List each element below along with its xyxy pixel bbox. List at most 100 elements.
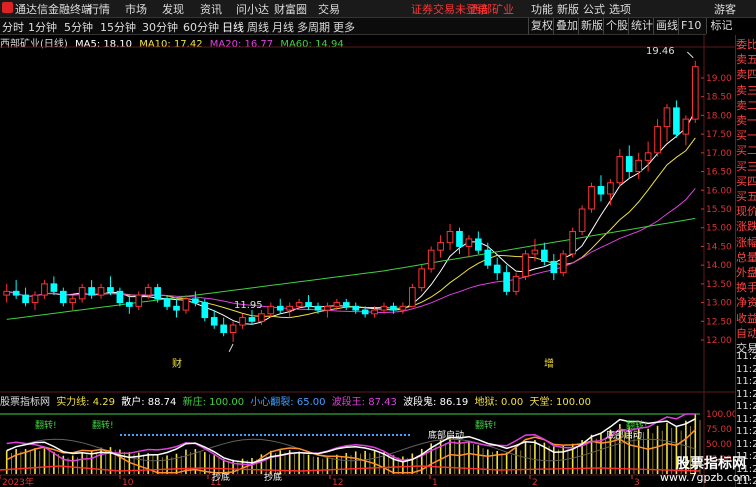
candle-body <box>691 66 699 120</box>
candle-body <box>201 302 209 319</box>
candle-body <box>550 260 558 274</box>
candle-body <box>154 287 161 300</box>
candle-body <box>465 238 473 247</box>
high-annotation-pointer <box>686 51 694 59</box>
candle-body <box>475 238 482 251</box>
signal-flip: 翻转! <box>35 421 57 431</box>
candle-body <box>625 156 633 173</box>
y-tick-label: 14.50 <box>706 242 732 252</box>
candle-body <box>654 126 661 154</box>
ind-tiantang: 天堂: 100.00 <box>529 397 591 408</box>
indicator-name: 股票指标网 <box>0 397 50 408</box>
candle-body <box>361 309 369 315</box>
tick-time: 11:2 <box>736 351 756 362</box>
candle-body <box>456 230 463 247</box>
candle-body <box>484 249 492 266</box>
candle-body <box>588 186 595 210</box>
quote-field-label: 买一 <box>736 129 756 143</box>
candle-body <box>50 283 58 292</box>
ind-diyu: 地狱: 0.00 <box>474 397 524 408</box>
candle-body <box>192 298 199 304</box>
signal-flip: 翻转! <box>475 421 497 431</box>
quote-field-label: 涨跌 <box>736 220 756 234</box>
ind-boduanwang: 波段王: 87.43 <box>331 397 397 408</box>
candle-body <box>399 305 407 311</box>
candle-body <box>541 249 548 262</box>
x-axis-label: 2 <box>532 478 538 487</box>
candle-body <box>107 287 114 292</box>
candle-body <box>163 298 171 307</box>
cai-marker: 财 <box>172 359 182 370</box>
candle-body <box>503 272 510 292</box>
candle-body <box>3 290 11 296</box>
y-tick-label: 15.00 <box>706 224 732 234</box>
tick-time: 11:2 <box>736 426 756 437</box>
low-annotation-pointer <box>228 343 234 353</box>
watermark-title: 股票指标网 <box>676 456 746 472</box>
quote-field-label: 卖四 <box>736 68 756 82</box>
candle-body <box>173 305 180 311</box>
quote-field-label: 涨幅 <box>736 235 756 249</box>
candle-body <box>258 313 265 322</box>
quote-field-label: 买五 <box>736 190 756 203</box>
quote-field-label: 卖三 <box>736 83 756 97</box>
candle-body <box>31 294 39 304</box>
ind-sanhu: 散户: 88.74 <box>121 397 177 408</box>
quote-field-label: 换手 <box>736 281 756 295</box>
candle-body <box>333 302 341 307</box>
candle-body <box>559 253 567 274</box>
ind-boduangui: 波段鬼: 86.19 <box>403 397 469 408</box>
signal-label: 底部启动 <box>428 431 465 441</box>
candle-body <box>88 287 95 296</box>
candle-body <box>663 107 671 128</box>
x-axis-label: 12 <box>332 478 343 487</box>
candle-body <box>437 242 444 251</box>
candle-body <box>512 275 520 292</box>
quote-field-label: 卖五 <box>736 53 756 67</box>
y-tick-label: 14.00 <box>706 261 732 271</box>
candle-body <box>267 305 275 315</box>
signal-label: 抄底 <box>264 473 283 483</box>
y-tick-label: 12.50 <box>706 317 732 327</box>
ind-shili: 实力线: 4.29 <box>56 397 116 408</box>
candle-body <box>597 186 605 195</box>
y-tick-label: 18.50 <box>706 93 732 103</box>
candle-body <box>126 302 133 307</box>
candle-body <box>229 324 237 334</box>
candle-body <box>220 324 227 334</box>
tick-time: 11:2 <box>736 388 756 400</box>
candle-body <box>182 298 190 311</box>
candle-body <box>22 294 29 304</box>
indicator-tick-label: 50.00 <box>706 440 732 450</box>
quote-field-label: 总量 <box>736 250 756 264</box>
quote-field-label: 买四 <box>736 174 756 188</box>
high-price-label: 19.46 <box>646 46 675 57</box>
candle-body <box>210 317 218 326</box>
candle-body <box>578 208 586 232</box>
candle-body <box>644 152 652 161</box>
candle-body <box>295 302 303 307</box>
candle-body <box>371 309 378 315</box>
candle-body <box>380 305 388 311</box>
ind-xinzhuang: 新庄: 100.00 <box>182 397 245 408</box>
y-tick-label: 16.00 <box>706 186 732 196</box>
candlestick-chart[interactable]: 12.00 12.50 13.00 13.50 14.00 14.50 15.00 15.50… <box>0 0 735 487</box>
indicator-tick-label: 75.00 <box>706 425 732 435</box>
candle-body <box>418 268 426 289</box>
tick-time: 11:2 <box>736 376 756 387</box>
signal-label: 抄底 <box>212 473 231 483</box>
candle-body <box>324 305 331 311</box>
candle-body <box>97 287 105 296</box>
x-axis-label: 1 <box>432 478 438 487</box>
candle-body <box>248 317 256 322</box>
candle-body <box>286 305 294 311</box>
x-axis-label: 2023年 <box>2 476 34 487</box>
y-tick-label: 19.00 <box>706 74 732 84</box>
quote-field-label: 卖一 <box>736 114 756 127</box>
y-tick-label: 17.00 <box>706 149 732 159</box>
candle-body <box>144 287 152 296</box>
tick-time: 11:2 <box>736 363 756 375</box>
candle-body <box>305 302 312 307</box>
y-tick-label: 16.50 <box>706 168 732 178</box>
indicator-legend: 股票指标网 实力线: 4.29 散户: 88.74 新庄: 100.00 小心翻… <box>0 393 594 408</box>
